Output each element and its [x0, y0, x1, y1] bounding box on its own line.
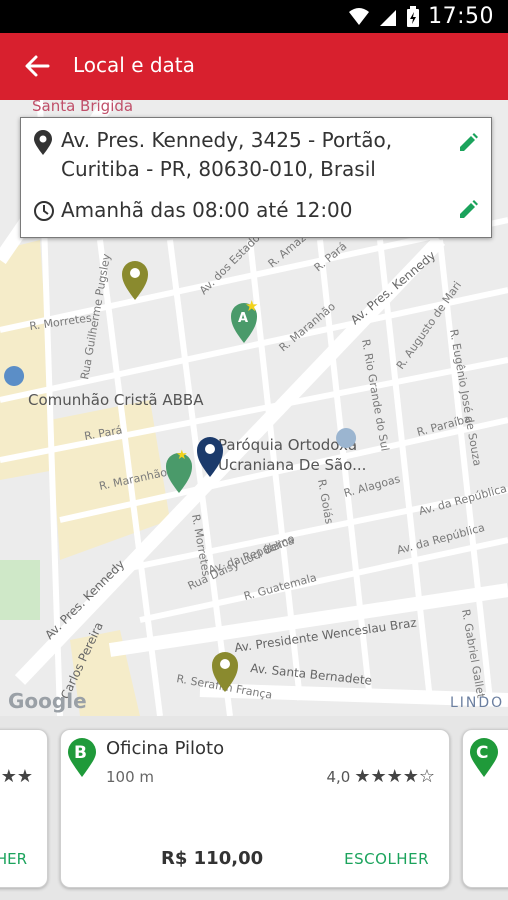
- location-pin-icon: [34, 130, 52, 155]
- back-arrow-icon[interactable]: [22, 51, 52, 81]
- app-bar: Local e data: [0, 33, 508, 100]
- edit-pencil-icon[interactable]: [457, 199, 479, 221]
- workshop-carousel[interactable]: ★★ HER B Oficina Piloto 100 m 4,0 ★★★★☆ …: [0, 716, 508, 900]
- signal-icon: [380, 9, 397, 26]
- pin-letter: B: [74, 743, 87, 763]
- place-icon: [4, 366, 25, 386]
- wifi-icon: [349, 7, 370, 25]
- workshop-distance: 100 m: [106, 768, 155, 786]
- workshop-price: R$ 110,00: [161, 848, 264, 869]
- rating-stars: ★★: [0, 766, 33, 787]
- clock-icon: [34, 201, 54, 221]
- status-time: 17:50: [428, 4, 494, 29]
- star-icon: ★: [245, 297, 258, 315]
- rating-stars: ★★★★☆: [354, 766, 435, 787]
- workshop-card-prev[interactable]: ★★ HER: [0, 729, 48, 888]
- google-logo: Google: [8, 689, 87, 713]
- map-label: Santa Brigida: [32, 100, 133, 115]
- place-icon: [336, 428, 357, 448]
- status-icons: 17:50: [348, 4, 494, 29]
- edit-pencil-icon[interactable]: [457, 132, 479, 154]
- workshop-card-b[interactable]: B Oficina Piloto 100 m 4,0 ★★★★☆ R$ 110,…: [60, 729, 450, 888]
- workshop-card-c[interactable]: C: [462, 729, 508, 888]
- page-title: Local e data: [73, 53, 195, 77]
- location-date-card: Av. Pres. Kennedy, 3425 - Portão, Curiti…: [20, 117, 492, 238]
- map-label: Ucraniana De São...: [218, 456, 366, 474]
- status-bar: 17:50: [0, 0, 508, 33]
- address-text: Av. Pres. Kennedy, 3425 - Portão, Curiti…: [61, 128, 393, 181]
- pin-letter: C: [476, 743, 489, 763]
- workshop-name: Oficina Piloto: [106, 738, 225, 759]
- star-icon: ★: [176, 448, 188, 463]
- map-label: Comunhão Cristã ABBA: [28, 391, 204, 409]
- battery-icon: [407, 5, 420, 27]
- choose-button[interactable]: ESCOLHER: [344, 850, 429, 868]
- workshop-rating: 4,0 ★★★★☆: [326, 766, 435, 787]
- rating-value: 4,0: [326, 767, 351, 786]
- map-label: LINDO: [450, 695, 504, 711]
- schedule-text: Amanhã das 08:00 até 12:00: [61, 198, 353, 222]
- choose-button[interactable]: HER: [0, 850, 27, 868]
